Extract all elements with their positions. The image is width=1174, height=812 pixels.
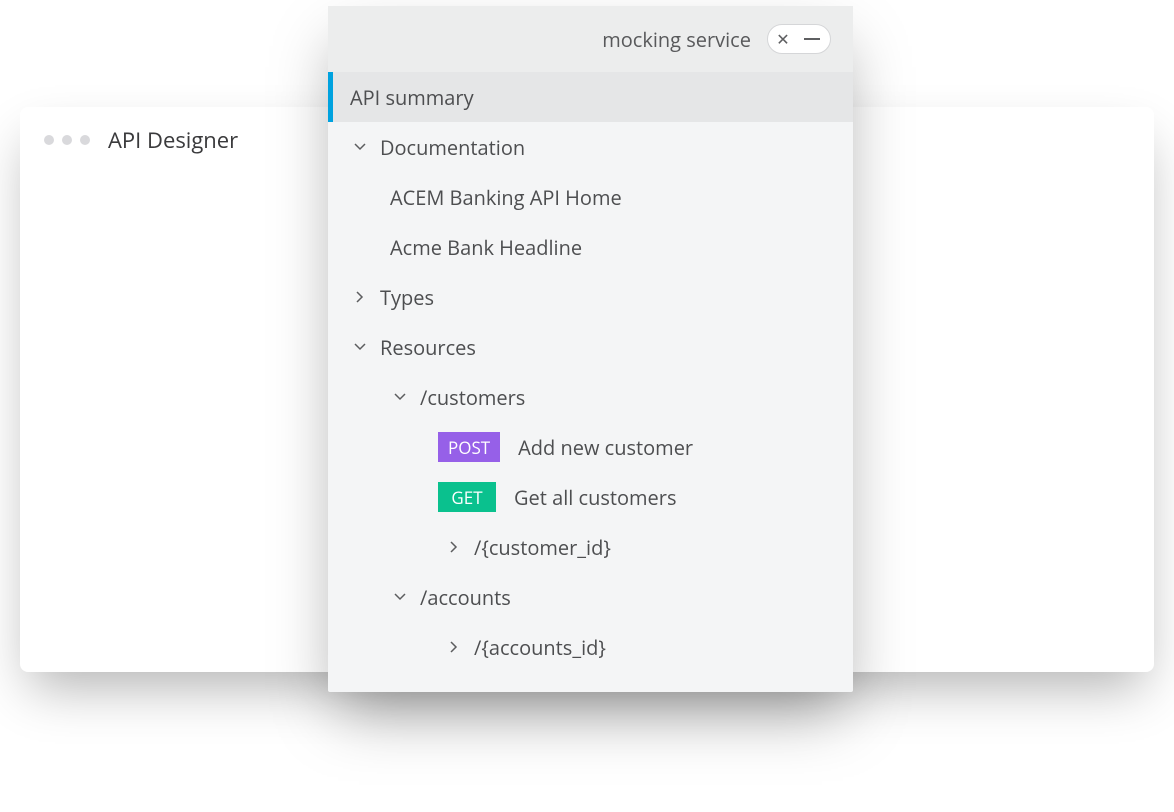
nav-resource-accounts[interactable]: /accounts	[328, 572, 853, 622]
chevron-down-icon	[390, 393, 410, 401]
method-badge-get: GET	[438, 482, 496, 512]
nav-resource-customer-id[interactable]: /{customer_id}	[328, 522, 853, 572]
close-icon: ✕	[772, 28, 794, 50]
traffic-light-minimize[interactable]	[62, 135, 72, 145]
nav-api-summary[interactable]: API summary	[328, 72, 853, 122]
chevron-right-icon	[350, 291, 370, 303]
api-navigator-panel: mocking service ✕ API summary Documentat…	[328, 6, 853, 692]
nav-item-label: /customers	[420, 384, 525, 411]
nav-documentation[interactable]: Documentation	[328, 122, 853, 172]
nav-item-label: Documentation	[380, 134, 525, 161]
dash-icon	[804, 38, 820, 40]
nav-item-label: ACEM Banking API Home	[390, 184, 622, 211]
traffic-light-maximize[interactable]	[80, 135, 90, 145]
nav-item-label: API summary	[350, 84, 474, 111]
nav-endpoint-add-customer[interactable]: POST Add new customer	[328, 422, 853, 472]
nav-item-label: Types	[380, 284, 434, 311]
chevron-down-icon	[390, 593, 410, 601]
nav-item-label: /{accounts_id}	[474, 634, 606, 661]
nav-types[interactable]: Types	[328, 272, 853, 322]
panel-header: mocking service ✕	[328, 6, 853, 72]
nav-resource-customers[interactable]: /customers	[328, 372, 853, 422]
nav-item-label: Acme Bank Headline	[390, 234, 582, 261]
traffic-lights	[44, 135, 90, 145]
chevron-right-icon	[444, 641, 464, 653]
traffic-light-close[interactable]	[44, 135, 54, 145]
method-badge-post: POST	[438, 432, 500, 462]
nav-list: API summary Documentation ACEM Banking A…	[328, 72, 853, 692]
nav-item-label: Resources	[380, 334, 476, 361]
app-title: API Designer	[108, 125, 238, 155]
chevron-right-icon	[444, 541, 464, 553]
nav-resource-accounts-id[interactable]: /{accounts_id}	[328, 622, 853, 672]
nav-item-label: Add new customer	[518, 434, 693, 461]
chevron-down-icon	[350, 343, 370, 351]
chevron-down-icon	[350, 143, 370, 151]
nav-item-label: /accounts	[420, 584, 511, 611]
nav-endpoint-get-customers[interactable]: GET Get all customers	[328, 472, 853, 522]
mocking-service-label: mocking service	[602, 26, 751, 53]
mocking-service-toggle[interactable]: ✕	[767, 24, 831, 54]
nav-doc-item-home[interactable]: ACEM Banking API Home	[328, 172, 853, 222]
nav-item-label: /{customer_id}	[474, 534, 611, 561]
nav-resources[interactable]: Resources	[328, 322, 853, 372]
nav-doc-item-headline[interactable]: Acme Bank Headline	[328, 222, 853, 272]
nav-item-label: Get all customers	[514, 484, 677, 511]
